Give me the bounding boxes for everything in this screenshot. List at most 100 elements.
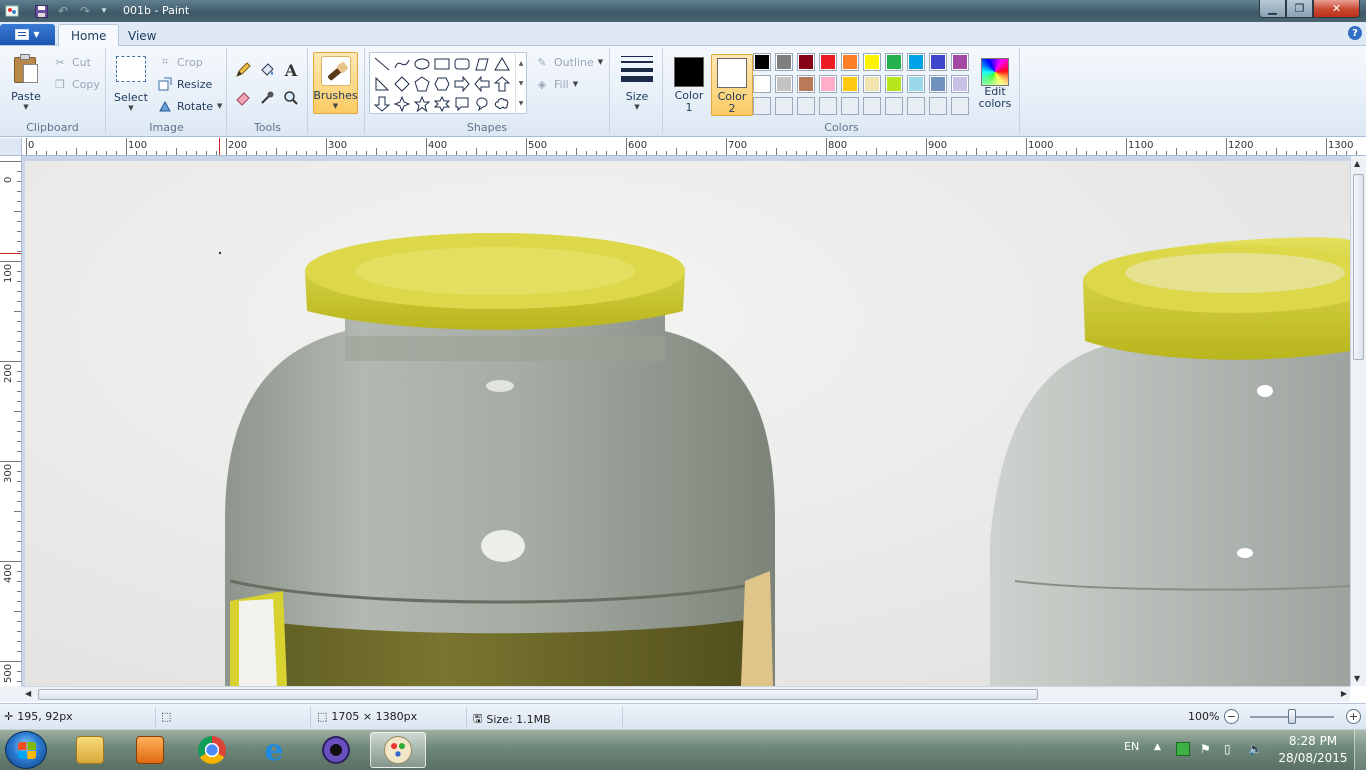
copy-button[interactable]: ❐ Copy	[52, 76, 100, 92]
select-button[interactable]: Select ▼	[113, 50, 149, 112]
color-swatch[interactable]	[775, 53, 793, 71]
chrome-taskbar-button[interactable]	[184, 732, 240, 768]
network-app-icon[interactable]	[1176, 742, 1190, 756]
color-swatch[interactable]	[929, 75, 947, 93]
color2-button[interactable]: Color 2	[711, 54, 753, 116]
power-icon[interactable]: ▯	[1224, 742, 1238, 756]
color-swatch[interactable]	[819, 75, 837, 93]
paint-app-icon[interactable]	[4, 3, 20, 19]
eraser-icon[interactable]	[233, 88, 253, 108]
four-point-star-shape-icon[interactable]	[392, 94, 411, 113]
down-arrow-shape-icon[interactable]	[372, 94, 391, 113]
vertical-scroll-thumb[interactable]	[1353, 174, 1364, 360]
color-swatch[interactable]	[797, 53, 815, 71]
line-shape-icon[interactable]	[372, 54, 391, 73]
color-swatch[interactable]	[841, 75, 859, 93]
rounded-rectangle-shape-icon[interactable]	[452, 54, 471, 73]
minimize-button[interactable]: ▁	[1259, 0, 1286, 18]
fill-bucket-icon[interactable]	[257, 60, 277, 80]
redo-icon[interactable]: ↷	[77, 3, 93, 19]
up-arrow-shape-icon[interactable]	[492, 74, 511, 93]
canvas-area[interactable]	[22, 156, 1350, 686]
diamond-shape-icon[interactable]	[392, 74, 411, 93]
color-swatch[interactable]	[841, 53, 859, 71]
show-desktop-button[interactable]	[1354, 730, 1366, 770]
gallery-expand-icon[interactable]: ▼	[519, 100, 524, 107]
resize-button[interactable]: Resize	[157, 76, 212, 92]
zoom-out-button[interactable]: −	[1224, 709, 1239, 724]
pentagon-shape-icon[interactable]	[412, 74, 431, 93]
save-icon[interactable]	[33, 3, 49, 19]
outline-button[interactable]: ✎ Outline ▼	[534, 54, 603, 70]
media-player-taskbar-button[interactable]	[122, 732, 178, 768]
tab-home[interactable]: Home	[58, 24, 120, 47]
oval-shape-icon[interactable]	[412, 54, 431, 73]
start-button[interactable]	[5, 731, 47, 769]
chevron-down-icon[interactable]: ▼	[519, 80, 524, 87]
color-swatch[interactable]	[929, 53, 947, 71]
color-swatch[interactable]	[753, 75, 771, 93]
pencil-icon[interactable]	[233, 60, 253, 80]
customize-quick-access-icon[interactable]: ▾	[96, 3, 112, 19]
crop-button[interactable]: ⌗ Crop	[157, 54, 203, 70]
polygon-shape-icon[interactable]	[472, 54, 491, 73]
right-triangle-shape-icon[interactable]	[372, 74, 391, 93]
color-swatch[interactable]	[775, 75, 793, 93]
custom-color-swatch[interactable]	[775, 97, 793, 115]
size-button[interactable]: Size ▼	[619, 50, 655, 111]
color-swatch[interactable]	[797, 75, 815, 93]
shapes-gallery-scroll[interactable]: ▲ ▼ ▼	[515, 53, 526, 113]
rectangle-shape-icon[interactable]	[432, 54, 451, 73]
internet-explorer-taskbar-button[interactable]: e	[246, 732, 302, 768]
custom-color-swatch[interactable]	[863, 97, 881, 115]
zoom-slider-thumb[interactable]	[1288, 709, 1296, 724]
fill-button[interactable]: ◈ Fill ▼	[534, 76, 578, 92]
custom-color-swatch[interactable]	[797, 97, 815, 115]
custom-color-swatch[interactable]	[819, 97, 837, 115]
color-swatch[interactable]	[951, 75, 969, 93]
oval-callout-shape-icon[interactable]	[472, 94, 491, 113]
custom-color-swatch[interactable]	[929, 97, 947, 115]
vertical-scrollbar[interactable]: ▲ ▼	[1350, 156, 1366, 686]
triangle-shape-icon[interactable]	[492, 54, 511, 73]
action-center-icon[interactable]: ⚑	[1200, 742, 1214, 756]
app-taskbar-button[interactable]	[308, 732, 364, 768]
curve-shape-icon[interactable]	[392, 54, 411, 73]
rounded-callout-shape-icon[interactable]	[452, 94, 471, 113]
custom-color-swatch[interactable]	[885, 97, 903, 115]
file-menu-button[interactable]: ▼	[0, 24, 55, 45]
custom-color-swatch[interactable]	[951, 97, 969, 115]
custom-color-swatch[interactable]	[753, 97, 771, 115]
horizontal-scroll-thumb[interactable]	[38, 689, 1038, 700]
color-swatch[interactable]	[863, 53, 881, 71]
rotate-button[interactable]: Rotate ▼	[157, 98, 222, 114]
language-indicator[interactable]: EN	[1124, 740, 1139, 753]
hexagon-shape-icon[interactable]	[432, 74, 451, 93]
left-arrow-shape-icon[interactable]	[472, 74, 491, 93]
color1-button[interactable]: Color 1	[668, 54, 710, 116]
magnifier-icon[interactable]	[281, 88, 301, 108]
chevron-up-icon[interactable]: ▲	[519, 60, 524, 67]
right-arrow-shape-icon[interactable]	[452, 74, 471, 93]
undo-icon[interactable]: ↶	[55, 3, 71, 19]
help-icon[interactable]: ?	[1348, 26, 1362, 40]
volume-icon[interactable]: 🔈	[1248, 742, 1263, 756]
scroll-up-icon[interactable]: ▲	[1354, 159, 1360, 168]
color-swatch[interactable]	[885, 53, 903, 71]
five-point-star-shape-icon[interactable]	[412, 94, 431, 113]
close-button[interactable]: ✕	[1313, 0, 1360, 18]
color-swatch[interactable]	[819, 53, 837, 71]
explorer-taskbar-button[interactable]	[62, 732, 118, 768]
edit-colors-button[interactable]: Edit colors	[974, 54, 1016, 116]
color-swatch[interactable]	[907, 53, 925, 71]
system-clock[interactable]: 8:28 PM 28/08/2015	[1278, 733, 1348, 767]
scroll-down-icon[interactable]: ▼	[1354, 674, 1360, 683]
scroll-left-icon[interactable]: ◀	[25, 689, 31, 698]
horizontal-scrollbar[interactable]: ◀ ▶	[22, 686, 1350, 702]
color-swatch[interactable]	[951, 53, 969, 71]
color-swatch[interactable]	[885, 75, 903, 93]
paint-taskbar-button[interactable]	[370, 732, 426, 768]
paste-button[interactable]: Paste ▼	[8, 50, 44, 111]
brushes-button[interactable]: Brushes ▼	[313, 52, 358, 114]
color-swatch[interactable]	[907, 75, 925, 93]
